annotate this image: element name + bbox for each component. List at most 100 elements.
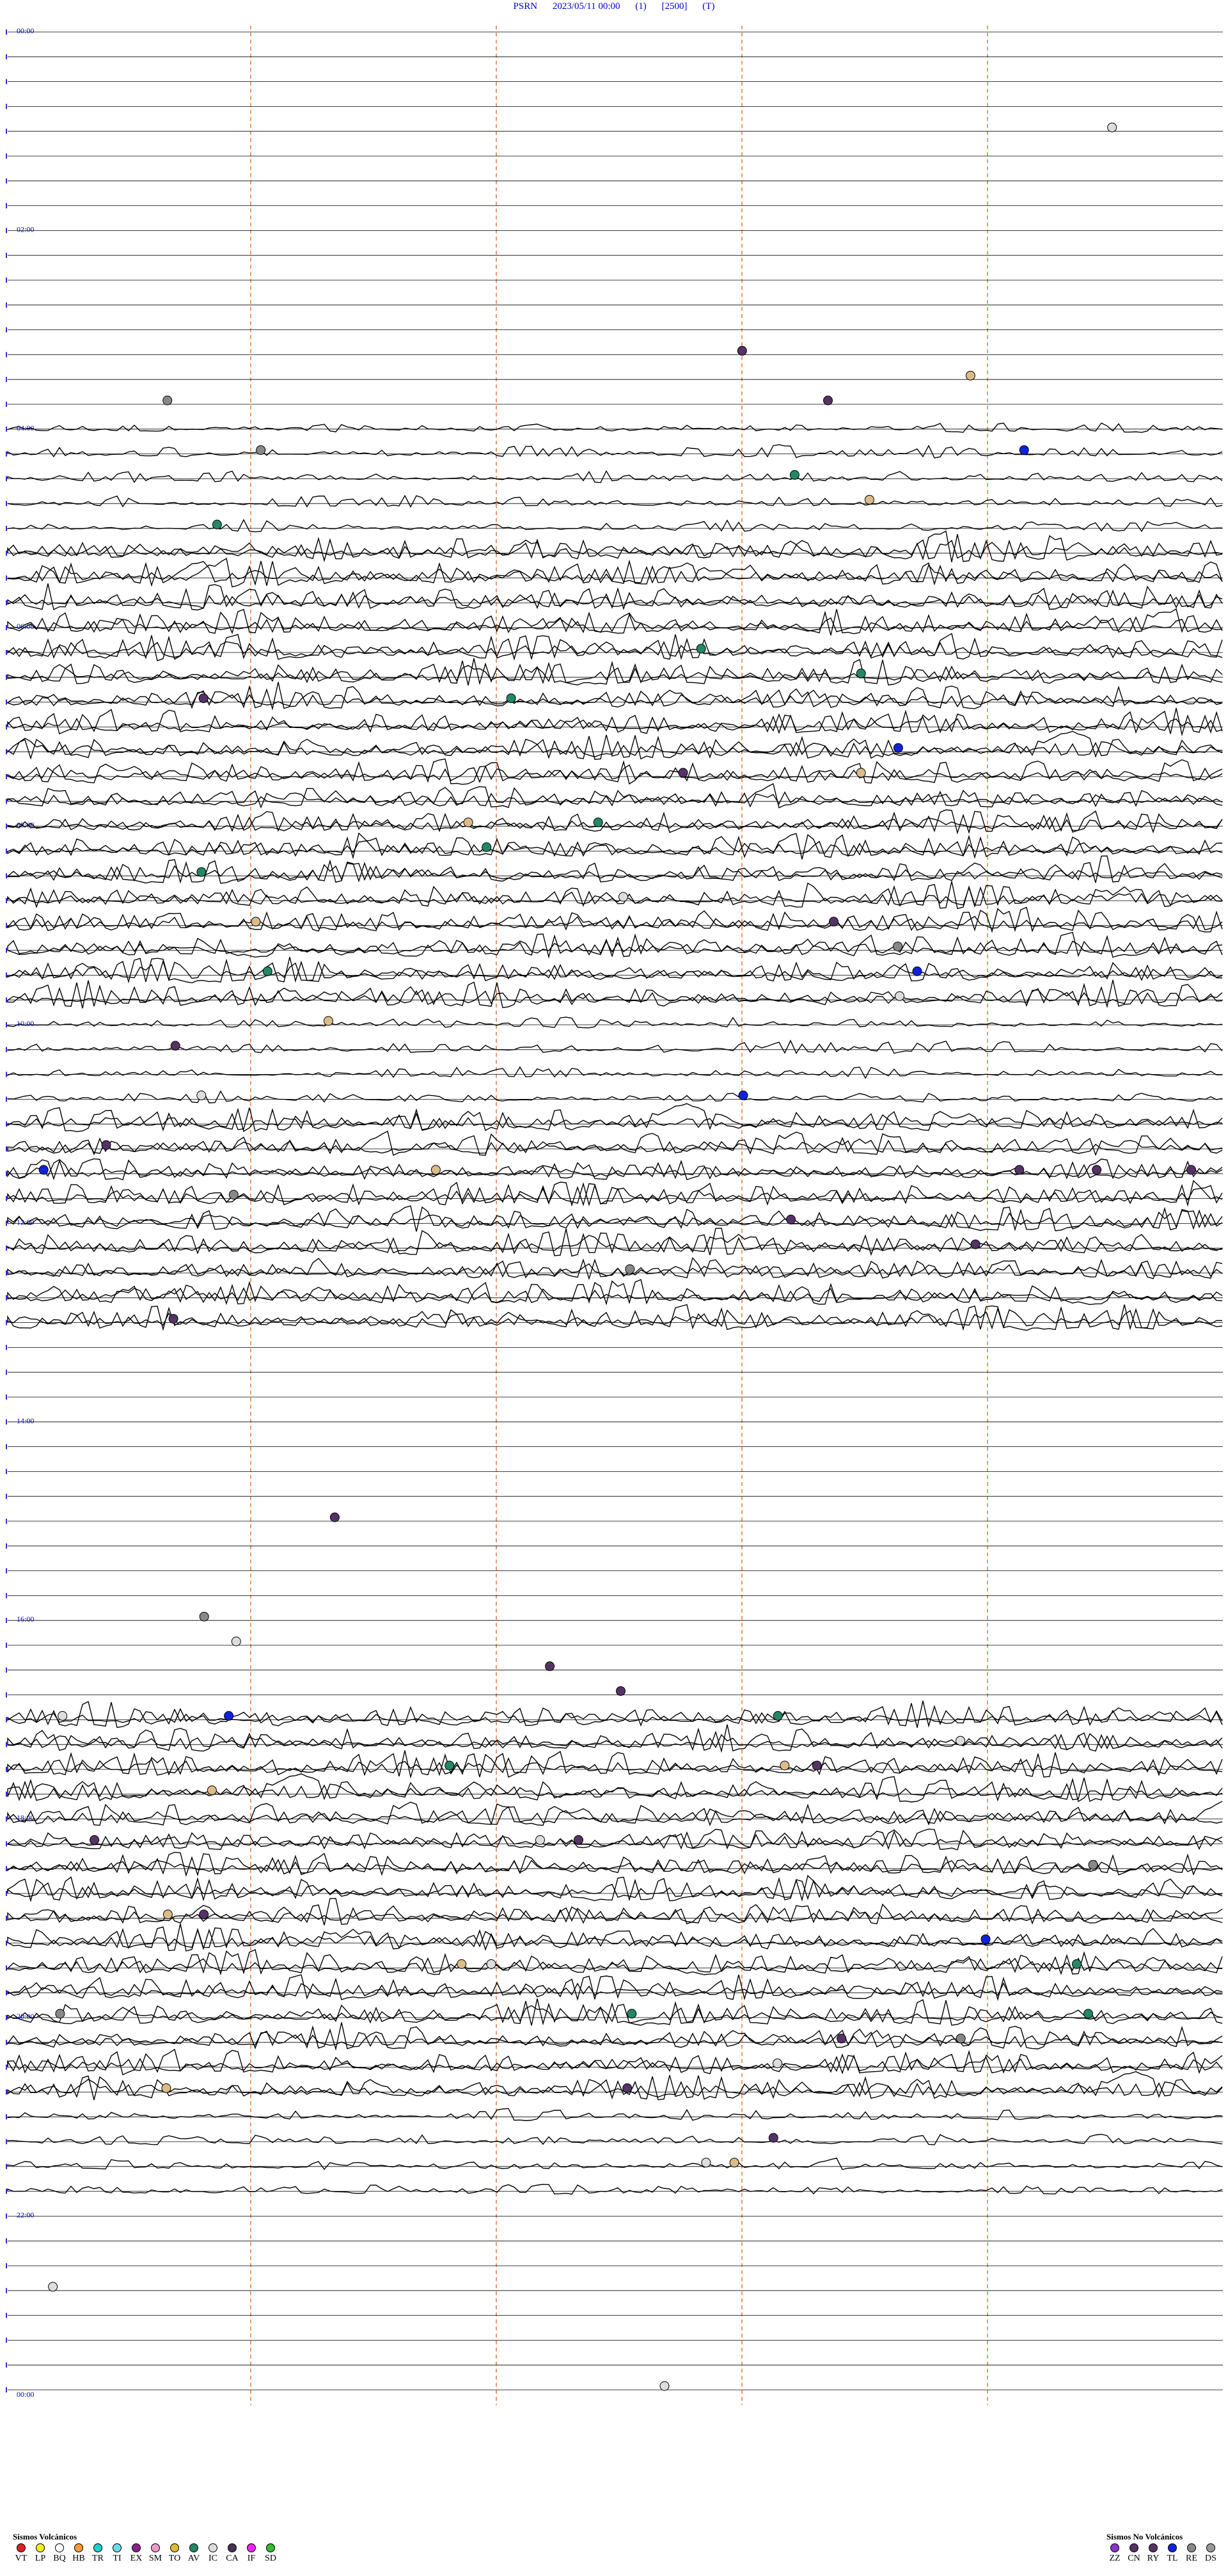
event-marker (616, 1686, 626, 1696)
seismic-trace (7, 957, 1223, 984)
legend-item-to: TO (166, 2543, 183, 2564)
legend-nonvolcanic-title: Sismos No Volcánicos (1106, 2532, 1183, 2541)
event-marker (970, 1239, 980, 1249)
seismic-trace (7, 2028, 1223, 2050)
seismic-trace (7, 881, 1223, 910)
legend-dot-icon (1110, 2543, 1119, 2552)
event-marker (170, 1041, 180, 1051)
legend-dot-icon (247, 2543, 256, 2552)
seismic-trace (7, 1107, 1223, 1132)
legend-item-cn: CN (1126, 2543, 1142, 2564)
legend-dot-icon (1187, 2543, 1196, 2552)
hour-label: 18:00 (17, 1813, 34, 1822)
event-marker (1088, 1860, 1098, 1870)
event-marker (323, 1016, 333, 1026)
event-marker (627, 2009, 637, 2019)
seismic-trace (7, 1257, 1223, 1279)
event-marker (463, 818, 473, 828)
legend-label: TR (92, 2554, 104, 2563)
hour-label: 02:00 (17, 225, 34, 233)
seismic-trace (7, 1181, 1223, 1207)
hour-label: 22:00 (17, 2210, 34, 2219)
legend-item-ry: RY (1145, 2543, 1161, 2564)
seismic-trace (7, 1279, 1223, 1306)
legend-label: AV (187, 2554, 200, 2563)
event-marker (251, 917, 261, 927)
event-marker (212, 519, 222, 530)
event-marker (965, 370, 975, 381)
legend-label: BQ (53, 2554, 66, 2563)
legend-dot-icon (1206, 2543, 1215, 2552)
seismic-trace (7, 758, 1223, 785)
event-marker (729, 2158, 739, 2168)
event-marker (895, 991, 904, 1001)
legend-item-sd: SD (262, 2543, 279, 2564)
legend-item-ca: CA (224, 2543, 240, 2564)
legend-label: TO (168, 2554, 181, 2563)
seismic-trace (7, 1016, 1223, 1029)
event-marker (430, 1165, 441, 1175)
seismic-trace (7, 1258, 1223, 1281)
legend-item-re: RE (1183, 2543, 1200, 2564)
legend-label: VT (15, 2554, 28, 2563)
legend-dot-icon (209, 2543, 217, 2552)
legend-item-ti: TI (109, 2543, 125, 2564)
legend-item-bq: BQ (51, 2543, 68, 2564)
seismic-trace (7, 1228, 1223, 1256)
legend-label: LP (35, 2554, 46, 2563)
legend-label: TI (113, 2554, 122, 2563)
seismic-trace (7, 530, 1223, 562)
seismic-trace (7, 2074, 1223, 2101)
event-marker (199, 1909, 209, 1920)
event-marker (737, 345, 747, 356)
seismic-trace (7, 809, 1223, 835)
legend-label: EX (130, 2554, 143, 2563)
hour-label: 08:00 (17, 821, 34, 830)
seismic-trace (7, 2133, 1223, 2145)
legend-dot-icon (55, 2543, 64, 2552)
event-marker (786, 1214, 796, 1224)
legend-item-zz: ZZ (1106, 2543, 1123, 2564)
event-marker (738, 1090, 748, 1100)
seismic-trace (7, 1724, 1223, 1753)
legend-nonvolcanic: Sismos No Volcánicos ZZ CN RY TL RE DS (1106, 2532, 1219, 2564)
seismic-trace (7, 810, 1223, 833)
event-marker (486, 1959, 496, 1969)
legend-label: RY (1147, 2554, 1160, 2563)
seismic-trace (7, 1952, 1223, 1974)
seismic-trace (7, 1948, 1223, 1976)
event-marker (207, 1785, 217, 1796)
seismic-trace (7, 1180, 1223, 1207)
seismic-trace (7, 2157, 1223, 2170)
event-marker (445, 1760, 455, 1771)
event-marker (789, 470, 799, 480)
seismic-trace (7, 2108, 1223, 2121)
seismic-trace (7, 2048, 1223, 2076)
event-marker (773, 1711, 783, 1721)
event-marker (506, 693, 516, 704)
legend-dot-icon (170, 2543, 179, 2552)
seismogram-plot: 00:00 02:00 04:00 06:00 08:00 10:00 12:00 14:00… (6, 26, 1223, 2405)
event-marker (168, 1314, 178, 1324)
seismic-trace (7, 958, 1223, 984)
hour-label: 00:00 (17, 2390, 34, 2399)
event-marker (574, 1835, 583, 1845)
event-marker (773, 2058, 782, 2069)
event-marker (1083, 2009, 1093, 2019)
seismic-trace (7, 1801, 1223, 1826)
seismic-trace (7, 1090, 1223, 1103)
legend-item-ex: EX (128, 2543, 145, 2564)
seismic-trace (7, 709, 1223, 735)
seismic-trace (7, 1306, 1223, 1331)
event-marker (199, 1611, 209, 1622)
seismic-trace (7, 1158, 1223, 1181)
seismic-trace (7, 1066, 1223, 1079)
legend-label: IC (209, 2554, 217, 2563)
seismic-trace (7, 832, 1223, 860)
legend-dot-icon (17, 2543, 26, 2552)
hour-label: 20:00 (17, 2012, 34, 2021)
event-marker (678, 768, 688, 778)
legend-volcanic-title: Sismos Volcánicos (13, 2532, 77, 2541)
legend-dot-icon (266, 2543, 275, 2552)
event-marker (696, 644, 706, 654)
